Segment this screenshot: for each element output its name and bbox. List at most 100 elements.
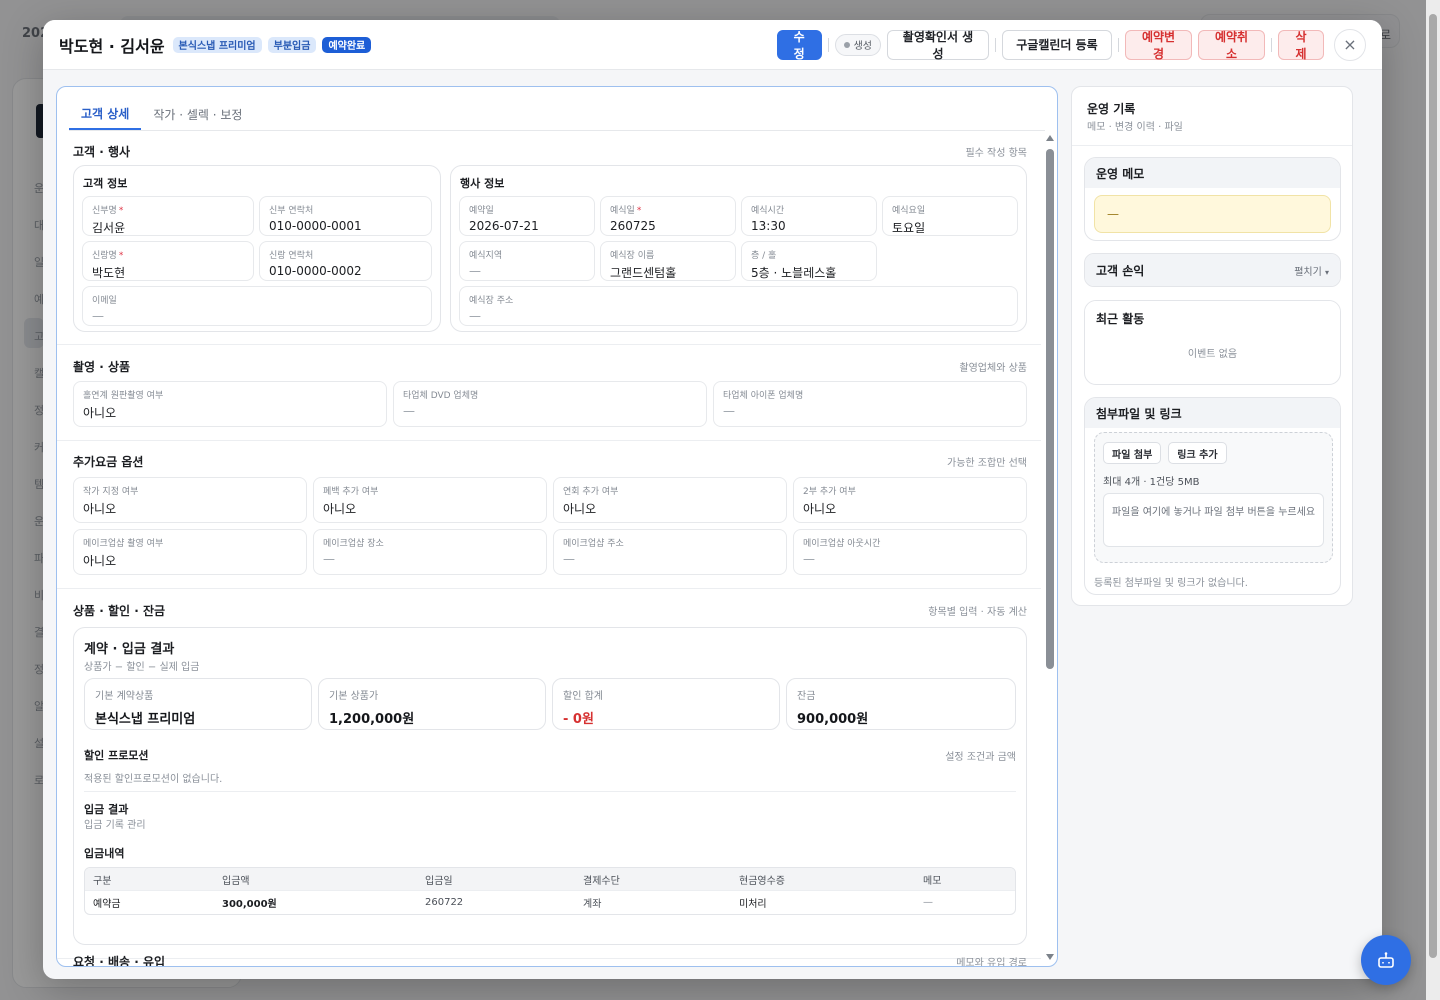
wedding-region-field[interactable]: 예식지역 — [459,241,595,281]
wedding-time-field[interactable]: 예식시간 13:30 [741,196,877,236]
memo-title: 운영 메모 [1085,158,1340,188]
recent-activity-empty: 이벤트 없음 [1187,349,1238,360]
booking-status-badge: 예약완료 [322,36,372,53]
contract-result-subtitle: 상품가 − 할인 − 실제 입금 [84,662,200,673]
payment-result-subtitle: 입금 기록 관리 [84,820,146,831]
operation-log-title: 운영 기록 [1087,102,1136,116]
section-hint-products-discount: 항목별 입력 · 자동 계산 [928,607,1027,618]
table-header: 구분 입금액 입금일 결제수단 현금영수증 메모 [85,868,1015,890]
payment-result-title: 입금 결과 [84,803,129,816]
payment-history-table: 구분 입금액 입금일 결제수단 현금영수증 메모 예약금 300,000원 26… [84,867,1016,915]
page-scrollbar-thumb[interactable] [1429,14,1437,958]
floating-action-button[interactable] [1361,935,1411,985]
base-price-card: 기본 상품가 1,200,000원 [318,678,546,730]
dvd-vendor-field[interactable]: 타업체 DVD 업체명 — [393,381,707,427]
customer-profit-title: 고객 손익 [1096,263,1145,278]
second-part-add-field[interactable]: 2부 추가 여부 아니오 [793,477,1027,523]
recent-activity-title: 최근 활동 [1085,301,1340,335]
venue-address-field[interactable]: 예식장 주소 — [459,286,1018,326]
tab-photographer-select[interactable]: 작가 · 셀렉 · 보정 [141,99,254,130]
section-divider [57,440,1041,441]
add-link-button[interactable]: 링크 추가 [1168,442,1227,464]
makeup-address-field[interactable]: 메이크업샵 주소 — [553,529,787,575]
banquet-add-field[interactable]: 연회 추가 여부 아니오 [553,477,787,523]
discount-total-card: 할인 합계 - 0원 [552,678,780,730]
header-divider [995,37,996,52]
groom-phone-field[interactable]: 신랑 연락처 010-0000-0002 [259,241,432,281]
header-divider [1118,37,1119,52]
groom-name-field[interactable]: 신랑명 * 박도현 [82,241,254,281]
side-divider [1072,145,1352,146]
iphone-vendor-field[interactable]: 타업체 아이폰 업체명 — [713,381,1027,427]
scroll-down-arrow-icon[interactable] [1046,954,1054,960]
header-actions: 수정 생성 촬영확인서 생성 구글캘린더 등록 예약변경 예약취소 삭제 × [776,28,1366,61]
promo-title: 할인 프로모션 [84,749,149,762]
cancel-booking-button[interactable]: 예약취소 [1198,29,1265,61]
section-title-request-delivery: 요청 · 배송 · 유입 [73,955,166,967]
status-chip-label: 생성 [853,41,872,52]
content-scrollbar[interactable] [1046,149,1054,669]
shoot-confirm-button[interactable]: 촬영확인서 생성 [887,29,989,61]
promo-hint: 설정 조건과 금액 [945,752,1016,763]
makeup-shoot-field[interactable]: 메이크업샵 촬영 여부 아니오 [73,529,307,575]
attachments-empty: 등록된 첨부파일 및 링크가 없습니다. [1094,578,1248,589]
customer-profit-card[interactable]: 고객 손익 펼치기 ▾ [1084,253,1341,287]
change-booking-button[interactable]: 예약변경 [1125,29,1192,61]
makeup-out-time-field[interactable]: 메이크업샵 아웃시간 — [793,529,1027,575]
header-divider [1271,37,1272,52]
chevron-down-icon: ▾ [1324,267,1329,277]
makeup-place-field[interactable]: 메이크업샵 장소 — [313,529,547,575]
hall-photo-field[interactable]: 홀연계 원판촬영 여부 아니오 [73,381,387,427]
section-title-extra-options: 추가요금 옵션 [73,455,144,469]
attach-limit-text: 최대 4개 · 1건당 5MB [1103,477,1200,488]
delete-button[interactable]: 삭제 [1278,29,1324,61]
detail-content[interactable]: 고객 · 행사 필수 작성 항목 고객 정보 신부명 * 김서윤 신부 연락처 0… [57,131,1041,967]
floor-hall-field[interactable]: 층 / 홀 5층 · 노블레스홀 [741,241,877,281]
payment-status-badge: 부분입금 [267,36,317,53]
page-scrollbar[interactable] [1426,0,1440,1000]
close-icon[interactable]: × [1334,28,1366,61]
modal-header: 박도현 · 김서윤 본식스냅 프리미엄 부분입금 예약완료 수정 생성 촬영확인… [43,20,1382,70]
memo-input[interactable]: — [1094,195,1331,233]
section-hint-shooting-products: 촬영업체와 상품 [959,363,1027,374]
base-product-card: 기본 계약상품 본식스냅 프리미엄 [84,678,312,730]
wedding-weekday-field[interactable]: 예식요일 토요일 [882,196,1018,236]
bride-name-field[interactable]: 신부명 * 김서윤 [82,196,254,236]
pyebaek-add-field[interactable]: 폐백 추가 여부 아니오 [313,477,547,523]
detail-panel: 고객 상세 작가 · 셀렉 · 보정 고객 · 행사 필수 작성 항목 고객 정… [56,86,1058,967]
operation-log-panel: 운영 기록 메모 · 변경 이력 · 파일 운영 메모 — 고객 손익 펼치기 … [1071,86,1353,606]
wedding-date-field[interactable]: 예식일 * 260725 [600,196,736,236]
attachments-card: 첨부파일 및 링크 파일 첨부 링크 추가 최대 4개 · 1건당 5MB 파일… [1084,397,1341,595]
status-chip[interactable]: 생성 [834,33,881,56]
operation-log-subtitle: 메모 · 변경 이력 · 파일 [1087,122,1183,133]
booking-detail-modal: 박도현 · 김서윤 본식스냅 프리미엄 부분입금 예약완료 수정 생성 촬영확인… [43,20,1382,979]
photographer-assign-field[interactable]: 작가 지정 여부 아니오 [73,477,307,523]
event-info-title: 행사 정보 [460,177,505,190]
tab-customer-detail[interactable]: 고객 상세 [69,99,142,130]
section-title-shooting-products: 촬영 · 상품 [73,360,131,374]
detail-tabs: 고객 상세 작가 · 셀렉 · 보정 [69,99,254,130]
contract-result-title: 계약 · 입금 결과 [84,642,175,657]
edit-button[interactable]: 수정 [776,29,822,61]
table-row[interactable]: 예약금 300,000원 260722 계좌 미처리 — [85,890,1015,914]
attach-file-button[interactable]: 파일 첨부 [1103,442,1162,464]
promo-empty-text: 적용된 할인프로모션이 없습니다. [84,774,223,785]
email-field[interactable]: 이메일 — [82,286,432,326]
section-title-products-discount: 상품 · 할인 · 잔금 [73,604,166,618]
booking-date-field[interactable]: 예약일 2026-07-21 [459,196,595,236]
expand-button[interactable]: 펼치기 ▾ [1294,263,1329,278]
venue-name-field[interactable]: 예식장 이름 그랜드센텀홀 [600,241,736,281]
memo-card: 운영 메모 — [1084,157,1341,241]
header-divider [827,37,829,52]
section-hint-customer-event: 필수 작성 항목 [965,148,1027,159]
status-dot-icon [843,41,850,48]
section-divider [57,344,1041,345]
attachments-title: 첨부파일 및 링크 [1085,398,1340,428]
bride-phone-field[interactable]: 신부 연락처 010-0000-0001 [259,196,432,236]
scroll-up-arrow-icon[interactable] [1046,135,1054,141]
promo-divider [84,791,1016,792]
product-badge: 본식스냅 프리미엄 [172,36,262,53]
google-calendar-button[interactable]: 구글캘린더 등록 [1002,29,1112,60]
file-drop-zone[interactable]: 파일 첨부 링크 추가 최대 4개 · 1건당 5MB 파일을 여기에 놓거나 … [1094,432,1333,563]
balance-card: 잔금 900,000원 [786,678,1016,730]
